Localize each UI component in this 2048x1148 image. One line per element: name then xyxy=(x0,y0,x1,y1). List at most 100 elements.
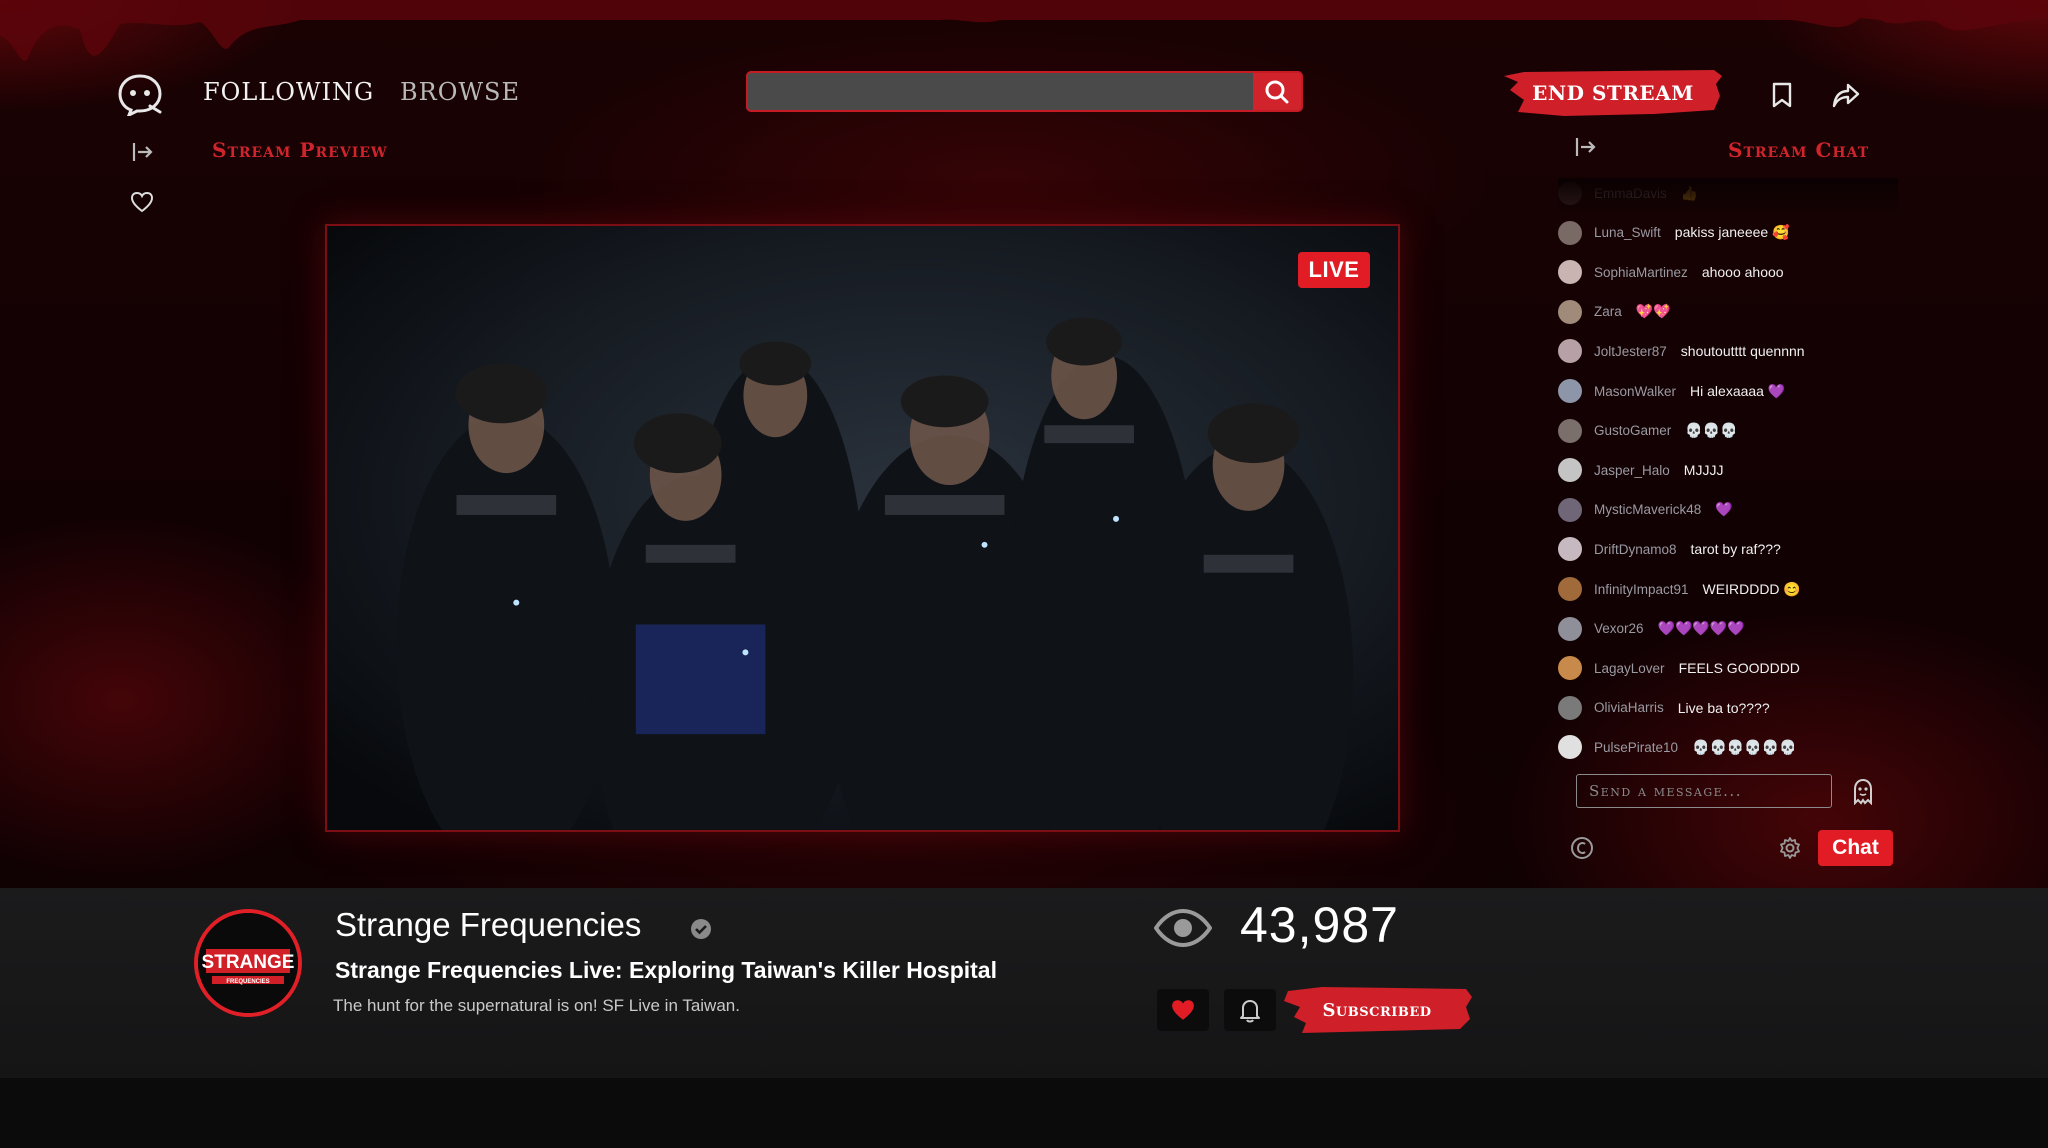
chat-username[interactable]: DriftDynamo8 xyxy=(1594,542,1677,557)
chat-avatar[interactable] xyxy=(1558,339,1582,364)
video-player[interactable] xyxy=(325,224,1400,832)
nav-browse[interactable]: BROWSE xyxy=(400,78,520,106)
chat-username[interactable]: Luna_Swift xyxy=(1594,225,1661,240)
channel-avatar[interactable]: STRANGE FREQUENCIES xyxy=(194,909,302,1017)
chat-username[interactable]: PulsePirate10 xyxy=(1594,740,1678,755)
video-frame-image xyxy=(327,226,1398,830)
like-button[interactable] xyxy=(1157,989,1209,1031)
ghost-logo-icon[interactable] xyxy=(116,72,166,116)
chat-message-text: 💜💜💜💜💜 xyxy=(1657,620,1745,637)
chat-message: MysticMaverick48 💜 xyxy=(1558,495,1733,525)
live-badge: LIVE xyxy=(1298,252,1370,288)
chat-message-text: 👍 xyxy=(1680,184,1699,201)
chat-message-text: FEELS GOODDDD xyxy=(1678,660,1800,677)
ghost-emote-icon[interactable] xyxy=(1849,777,1877,805)
chat-username[interactable]: Zara xyxy=(1594,304,1622,319)
chat-avatar[interactable] xyxy=(1558,379,1582,403)
notification-bell-button[interactable] xyxy=(1224,989,1276,1031)
chat-username[interactable]: InfinityImpact91 xyxy=(1594,582,1689,597)
chat-message: EmmaDavis 👍 xyxy=(1558,178,1698,208)
chat-message-list[interactable]: EmmaDavis 👍 Luna_Swift pakiss janeeee 🥰 Soph… xyxy=(1558,178,1898,762)
nav-following[interactable]: FOLLOWING xyxy=(203,78,374,106)
chat-message: Zara 💖💖 xyxy=(1558,297,1671,327)
chat-avatar[interactable] xyxy=(1558,260,1582,285)
chat-message-text: 💀💀💀 xyxy=(1685,422,1738,439)
chat-username[interactable]: Jasper_Halo xyxy=(1594,463,1670,478)
chat-message-text: MJJJJ xyxy=(1683,462,1724,479)
heart-icon[interactable] xyxy=(130,191,154,213)
bookmark-icon[interactable] xyxy=(1770,82,1794,108)
chat-avatar[interactable] xyxy=(1558,181,1582,205)
chat-avatar[interactable] xyxy=(1558,656,1582,681)
collapse-icon[interactable] xyxy=(1575,136,1597,158)
chat-avatar[interactable] xyxy=(1558,220,1582,245)
chat-username[interactable]: SophiaMartinez xyxy=(1594,265,1688,280)
bell-icon xyxy=(1240,1000,1260,1023)
channel-name[interactable]: Strange Frequencies xyxy=(335,906,641,944)
chat-message: OliviaHarris Live ba to???? xyxy=(1558,693,1770,723)
chat-avatar[interactable] xyxy=(1558,458,1582,483)
chat-message: Vexor26 💜💜💜💜💜 xyxy=(1558,614,1745,644)
stream-info-bar xyxy=(0,888,2048,1078)
chat-message-text: 💀💀💀💀💀💀 xyxy=(1692,738,1797,755)
chat-message: DriftDynamo8 tarot by raf??? xyxy=(1558,534,1781,564)
stream-preview-title: Stream Preview xyxy=(212,138,388,162)
chat-username[interactable]: GustoGamer xyxy=(1594,423,1671,438)
chat-message: SophiaMartinez ahooo ahooo xyxy=(1558,257,1784,287)
chat-avatar[interactable] xyxy=(1558,497,1582,522)
chat-message-text: shoutoutttt quennnn xyxy=(1680,343,1805,360)
chat-username[interactable]: MysticMaverick48 xyxy=(1594,502,1701,517)
chat-message-text: Live ba to???? xyxy=(1677,699,1770,716)
chat-message-text: tarot by raf??? xyxy=(1690,541,1781,558)
heart-icon xyxy=(1172,1000,1194,1020)
viewer-count: 43,987 xyxy=(1240,897,1399,953)
gear-icon[interactable] xyxy=(1778,836,1802,860)
search-input[interactable] xyxy=(748,73,1253,110)
subscribed-button[interactable]: Subscribed xyxy=(1282,987,1472,1033)
coin-icon[interactable] xyxy=(1570,836,1594,860)
end-stream-label: END STREAM xyxy=(1532,81,1694,105)
channel-logo-image: STRANGE FREQUENCIES xyxy=(198,913,298,1013)
chat-avatar[interactable] xyxy=(1558,695,1582,720)
svg-text:STRANGE: STRANGE xyxy=(202,952,295,973)
chat-message: JoltJester87 shoutoutttt quennnn xyxy=(1558,336,1805,366)
share-icon[interactable] xyxy=(1832,82,1860,108)
chat-avatar[interactable] xyxy=(1558,418,1582,443)
collapse-icon[interactable] xyxy=(132,141,154,163)
chat-message: Luna_Swift pakiss janeeee 🥰 xyxy=(1558,218,1790,248)
chat-message: Jasper_Halo MJJJJ xyxy=(1558,455,1723,485)
search-icon xyxy=(1265,80,1289,103)
chat-message: InfinityImpact91 WEIRDDDD 😊 xyxy=(1558,574,1801,604)
chat-username[interactable]: JoltJester87 xyxy=(1594,344,1667,359)
chat-message-text: 💖💖 xyxy=(1635,303,1671,320)
chat-message-text: WEIRDDDD 😊 xyxy=(1702,580,1801,597)
chat-message-input[interactable] xyxy=(1576,774,1832,808)
chat-message-text: Hi alexaaaa 💜 xyxy=(1690,382,1786,399)
chat-username[interactable]: EmmaDavis xyxy=(1594,186,1667,201)
chat-avatar[interactable] xyxy=(1558,577,1582,601)
top-navigation: FOLLOWING BROWSE END STREAM xyxy=(0,0,2048,124)
stream-title: Strange Frequencies Live: Exploring Taiw… xyxy=(335,957,997,983)
chat-avatar[interactable] xyxy=(1558,735,1582,760)
verified-icon xyxy=(691,919,711,939)
chat-message: LagayLover FEELS GOODDDD xyxy=(1558,653,1800,683)
chat-message: GustoGamer 💀💀💀 xyxy=(1558,416,1738,446)
subscribed-label: Subscribed xyxy=(1322,999,1432,1021)
chat-avatar[interactable] xyxy=(1558,299,1582,324)
chat-message-text: pakiss janeeee 🥰 xyxy=(1674,224,1790,241)
chat-avatar[interactable] xyxy=(1558,537,1582,562)
send-chat-button[interactable]: Chat xyxy=(1818,830,1893,866)
search-button[interactable] xyxy=(1253,73,1301,110)
chat-message: MasonWalker Hi alexaaaa 💜 xyxy=(1558,376,1785,406)
chat-message-text: ahooo ahooo xyxy=(1701,264,1784,281)
search-bar xyxy=(746,71,1303,112)
chat-username[interactable]: MasonWalker xyxy=(1594,384,1676,399)
chat-username[interactable]: OliviaHarris xyxy=(1594,700,1664,715)
chat-avatar[interactable] xyxy=(1558,616,1582,641)
chat-username[interactable]: Vexor26 xyxy=(1594,621,1644,636)
stream-description: The hunt for the supernatural is on! SF … xyxy=(333,996,740,1015)
end-stream-button[interactable]: END STREAM xyxy=(1504,70,1722,116)
chat-message-text: 💜 xyxy=(1715,501,1733,518)
chat-username[interactable]: LagayLover xyxy=(1594,661,1665,676)
stream-chat-title: Stream Chat xyxy=(1728,138,1870,162)
